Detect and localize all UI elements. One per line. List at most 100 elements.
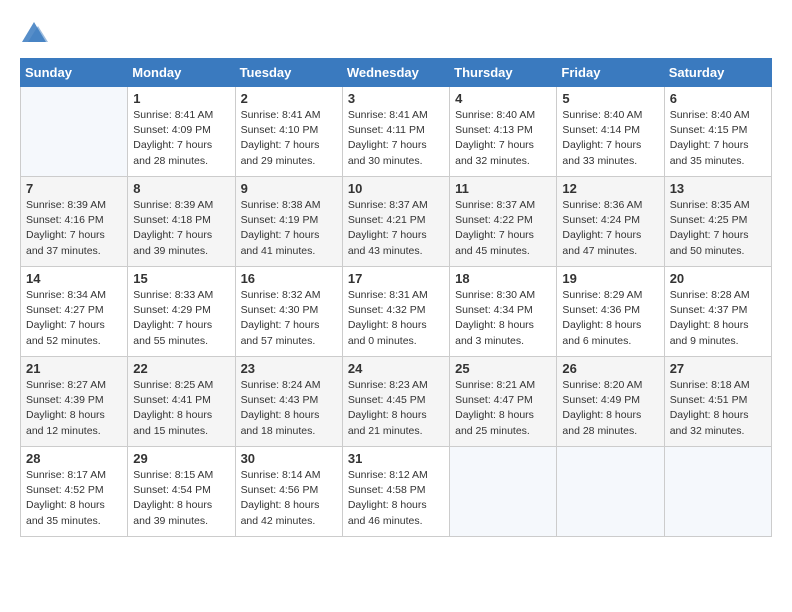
day-info: Sunrise: 8:41 AMSunset: 4:11 PMDaylight:… xyxy=(348,108,444,169)
day-cell: 8 Sunrise: 8:39 AMSunset: 4:18 PMDaylight… xyxy=(128,177,235,267)
day-number: 21 xyxy=(26,361,122,376)
day-number: 25 xyxy=(455,361,551,376)
day-cell: 30 Sunrise: 8:14 AMSunset: 4:56 PMDayligh… xyxy=(235,447,342,537)
col-header-tuesday: Tuesday xyxy=(235,59,342,87)
day-number: 30 xyxy=(241,451,337,466)
day-info: Sunrise: 8:33 AMSunset: 4:29 PMDaylight:… xyxy=(133,288,229,349)
day-cell: 18 Sunrise: 8:30 AMSunset: 4:34 PMDayligh… xyxy=(450,267,557,357)
day-number: 31 xyxy=(348,451,444,466)
day-number: 14 xyxy=(26,271,122,286)
day-number: 12 xyxy=(562,181,658,196)
col-header-sunday: Sunday xyxy=(21,59,128,87)
day-cell: 7 Sunrise: 8:39 AMSunset: 4:16 PMDaylight… xyxy=(21,177,128,267)
day-info: Sunrise: 8:15 AMSunset: 4:54 PMDaylight:… xyxy=(133,468,229,529)
col-header-saturday: Saturday xyxy=(664,59,771,87)
logo xyxy=(20,20,52,48)
day-number: 16 xyxy=(241,271,337,286)
day-number: 26 xyxy=(562,361,658,376)
day-number: 3 xyxy=(348,91,444,106)
day-info: Sunrise: 8:32 AMSunset: 4:30 PMDaylight:… xyxy=(241,288,337,349)
day-info: Sunrise: 8:30 AMSunset: 4:34 PMDaylight:… xyxy=(455,288,551,349)
day-info: Sunrise: 8:20 AMSunset: 4:49 PMDaylight:… xyxy=(562,378,658,439)
day-info: Sunrise: 8:14 AMSunset: 4:56 PMDaylight:… xyxy=(241,468,337,529)
day-number: 28 xyxy=(26,451,122,466)
week-row-3: 14 Sunrise: 8:34 AMSunset: 4:27 PMDayligh… xyxy=(21,267,772,357)
day-info: Sunrise: 8:40 AMSunset: 4:15 PMDaylight:… xyxy=(670,108,766,169)
day-number: 8 xyxy=(133,181,229,196)
day-info: Sunrise: 8:34 AMSunset: 4:27 PMDaylight:… xyxy=(26,288,122,349)
day-number: 11 xyxy=(455,181,551,196)
day-number: 5 xyxy=(562,91,658,106)
day-number: 27 xyxy=(670,361,766,376)
day-cell: 22 Sunrise: 8:25 AMSunset: 4:41 PMDayligh… xyxy=(128,357,235,447)
day-cell: 26 Sunrise: 8:20 AMSunset: 4:49 PMDayligh… xyxy=(557,357,664,447)
day-info: Sunrise: 8:31 AMSunset: 4:32 PMDaylight:… xyxy=(348,288,444,349)
day-cell xyxy=(557,447,664,537)
day-info: Sunrise: 8:39 AMSunset: 4:18 PMDaylight:… xyxy=(133,198,229,259)
day-info: Sunrise: 8:36 AMSunset: 4:24 PMDaylight:… xyxy=(562,198,658,259)
day-cell: 6 Sunrise: 8:40 AMSunset: 4:15 PMDaylight… xyxy=(664,87,771,177)
day-info: Sunrise: 8:38 AMSunset: 4:19 PMDaylight:… xyxy=(241,198,337,259)
day-number: 20 xyxy=(670,271,766,286)
day-info: Sunrise: 8:29 AMSunset: 4:36 PMDaylight:… xyxy=(562,288,658,349)
day-info: Sunrise: 8:18 AMSunset: 4:51 PMDaylight:… xyxy=(670,378,766,439)
day-info: Sunrise: 8:37 AMSunset: 4:21 PMDaylight:… xyxy=(348,198,444,259)
day-cell: 21 Sunrise: 8:27 AMSunset: 4:39 PMDayligh… xyxy=(21,357,128,447)
day-number: 23 xyxy=(241,361,337,376)
day-cell: 20Sunrise: 8:28 AMSunset: 4:37 PMDayligh… xyxy=(664,267,771,357)
col-header-monday: Monday xyxy=(128,59,235,87)
day-info: Sunrise: 8:21 AMSunset: 4:47 PMDaylight:… xyxy=(455,378,551,439)
day-info: Sunrise: 8:25 AMSunset: 4:41 PMDaylight:… xyxy=(133,378,229,439)
day-number: 6 xyxy=(670,91,766,106)
day-info: Sunrise: 8:24 AMSunset: 4:43 PMDaylight:… xyxy=(241,378,337,439)
day-number: 10 xyxy=(348,181,444,196)
day-cell: 25 Sunrise: 8:21 AMSunset: 4:47 PMDayligh… xyxy=(450,357,557,447)
day-cell: 5Sunrise: 8:40 AMSunset: 4:14 PMDaylight… xyxy=(557,87,664,177)
day-info: Sunrise: 8:40 AMSunset: 4:13 PMDaylight:… xyxy=(455,108,551,169)
day-cell: 24 Sunrise: 8:23 AMSunset: 4:45 PMDayligh… xyxy=(342,357,449,447)
logo-icon xyxy=(20,20,48,48)
day-info: Sunrise: 8:17 AMSunset: 4:52 PMDaylight:… xyxy=(26,468,122,529)
day-cell xyxy=(664,447,771,537)
day-info: Sunrise: 8:27 AMSunset: 4:39 PMDaylight:… xyxy=(26,378,122,439)
day-cell: 23 Sunrise: 8:24 AMSunset: 4:43 PMDayligh… xyxy=(235,357,342,447)
day-number: 15 xyxy=(133,271,229,286)
day-info: Sunrise: 8:23 AMSunset: 4:45 PMDaylight:… xyxy=(348,378,444,439)
day-cell: 10 Sunrise: 8:37 AMSunset: 4:21 PMDayligh… xyxy=(342,177,449,267)
day-cell xyxy=(21,87,128,177)
day-number: 1 xyxy=(133,91,229,106)
day-info: Sunrise: 8:35 AMSunset: 4:25 PMDaylight:… xyxy=(670,198,766,259)
day-info: Sunrise: 8:41 AMSunset: 4:10 PMDaylight:… xyxy=(241,108,337,169)
header-row: SundayMondayTuesdayWednesdayThursdayFrid… xyxy=(21,59,772,87)
day-cell: 16 Sunrise: 8:32 AMSunset: 4:30 PMDayligh… xyxy=(235,267,342,357)
col-header-wednesday: Wednesday xyxy=(342,59,449,87)
week-row-1: 1 Sunrise: 8:41 AMSunset: 4:09 PMDaylight… xyxy=(21,87,772,177)
week-row-4: 21 Sunrise: 8:27 AMSunset: 4:39 PMDayligh… xyxy=(21,357,772,447)
day-number: 29 xyxy=(133,451,229,466)
day-cell: 3 Sunrise: 8:41 AMSunset: 4:11 PMDaylight… xyxy=(342,87,449,177)
day-cell: 19 Sunrise: 8:29 AMSunset: 4:36 PMDayligh… xyxy=(557,267,664,357)
day-number: 24 xyxy=(348,361,444,376)
calendar-table: SundayMondayTuesdayWednesdayThursdayFrid… xyxy=(20,58,772,537)
col-header-friday: Friday xyxy=(557,59,664,87)
week-row-2: 7 Sunrise: 8:39 AMSunset: 4:16 PMDaylight… xyxy=(21,177,772,267)
day-number: 19 xyxy=(562,271,658,286)
day-cell: 31 Sunrise: 8:12 AMSunset: 4:58 PMDayligh… xyxy=(342,447,449,537)
page-header xyxy=(20,20,772,48)
day-info: Sunrise: 8:37 AMSunset: 4:22 PMDaylight:… xyxy=(455,198,551,259)
day-cell: 12 Sunrise: 8:36 AMSunset: 4:24 PMDayligh… xyxy=(557,177,664,267)
day-cell: 17Sunrise: 8:31 AMSunset: 4:32 PMDayligh… xyxy=(342,267,449,357)
day-cell: 4Sunrise: 8:40 AMSunset: 4:13 PMDaylight… xyxy=(450,87,557,177)
day-cell: 11 Sunrise: 8:37 AMSunset: 4:22 PMDayligh… xyxy=(450,177,557,267)
day-info: Sunrise: 8:12 AMSunset: 4:58 PMDaylight:… xyxy=(348,468,444,529)
week-row-5: 28 Sunrise: 8:17 AMSunset: 4:52 PMDayligh… xyxy=(21,447,772,537)
day-number: 18 xyxy=(455,271,551,286)
day-number: 22 xyxy=(133,361,229,376)
day-info: Sunrise: 8:41 AMSunset: 4:09 PMDaylight:… xyxy=(133,108,229,169)
day-cell: 29 Sunrise: 8:15 AMSunset: 4:54 PMDayligh… xyxy=(128,447,235,537)
day-number: 2 xyxy=(241,91,337,106)
day-info: Sunrise: 8:39 AMSunset: 4:16 PMDaylight:… xyxy=(26,198,122,259)
day-cell: 1 Sunrise: 8:41 AMSunset: 4:09 PMDaylight… xyxy=(128,87,235,177)
day-cell: 27 Sunrise: 8:18 AMSunset: 4:51 PMDayligh… xyxy=(664,357,771,447)
day-number: 7 xyxy=(26,181,122,196)
